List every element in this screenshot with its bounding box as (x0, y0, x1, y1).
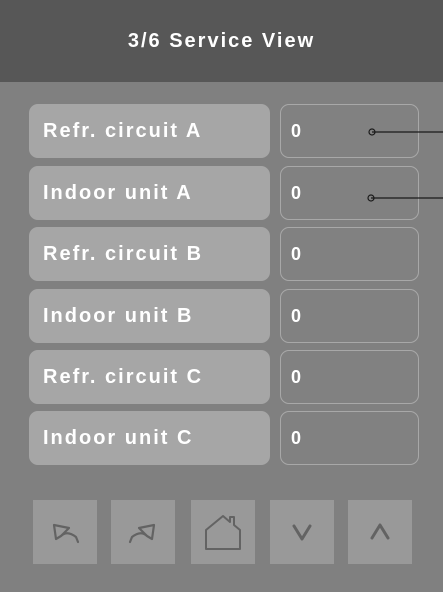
service-view-screen: 3/6 Service View Refr. circuit A 0 Indoo… (0, 0, 443, 592)
row-value: 0 (291, 305, 302, 326)
row-label: Indoor unit A (43, 181, 193, 204)
home-button[interactable] (191, 500, 255, 564)
page-title: 3/6 Service View (127, 29, 316, 52)
redo-button[interactable] (111, 500, 175, 564)
chevron-down-icon (292, 524, 312, 541)
indoor-unit-b-button[interactable]: Indoor unit B (29, 289, 270, 343)
scroll-down-button[interactable] (270, 500, 334, 564)
refr-circuit-c-value[interactable]: 0 (280, 350, 419, 404)
home-icon (205, 515, 241, 550)
chevron-up-icon (370, 523, 390, 540)
refr-circuit-c-button[interactable]: Refr. circuit C (29, 350, 270, 404)
indoor-unit-a-button[interactable]: Indoor unit A (29, 166, 270, 220)
refr-circuit-a-value[interactable]: 0 (280, 104, 419, 158)
row-value: 0 (291, 182, 302, 203)
indoor-unit-a-value[interactable]: 0 (280, 166, 419, 220)
row-label: Refr. circuit B (43, 242, 204, 265)
scroll-up-button[interactable] (348, 500, 412, 564)
refr-circuit-b-button[interactable]: Refr. circuit B (29, 227, 270, 281)
indoor-unit-c-button[interactable]: Indoor unit C (29, 411, 270, 465)
redo-icon (128, 523, 156, 544)
row-label: Indoor unit C (43, 426, 194, 449)
indoor-unit-c-value[interactable]: 0 (280, 411, 419, 465)
row-value: 0 (291, 243, 302, 264)
row-value: 0 (291, 366, 302, 387)
row-label: Indoor unit B (43, 304, 194, 327)
header-bar: 3/6 Service View (0, 0, 443, 82)
row-label: Refr. circuit A (43, 119, 203, 142)
indoor-unit-b-value[interactable]: 0 (280, 289, 419, 343)
refr-circuit-b-value[interactable]: 0 (280, 227, 419, 281)
row-value: 0 (291, 427, 302, 448)
row-label: Refr. circuit C (43, 365, 204, 388)
row-value: 0 (291, 120, 302, 141)
undo-icon (52, 523, 80, 544)
refr-circuit-a-button[interactable]: Refr. circuit A (29, 104, 270, 158)
undo-button[interactable] (33, 500, 97, 564)
